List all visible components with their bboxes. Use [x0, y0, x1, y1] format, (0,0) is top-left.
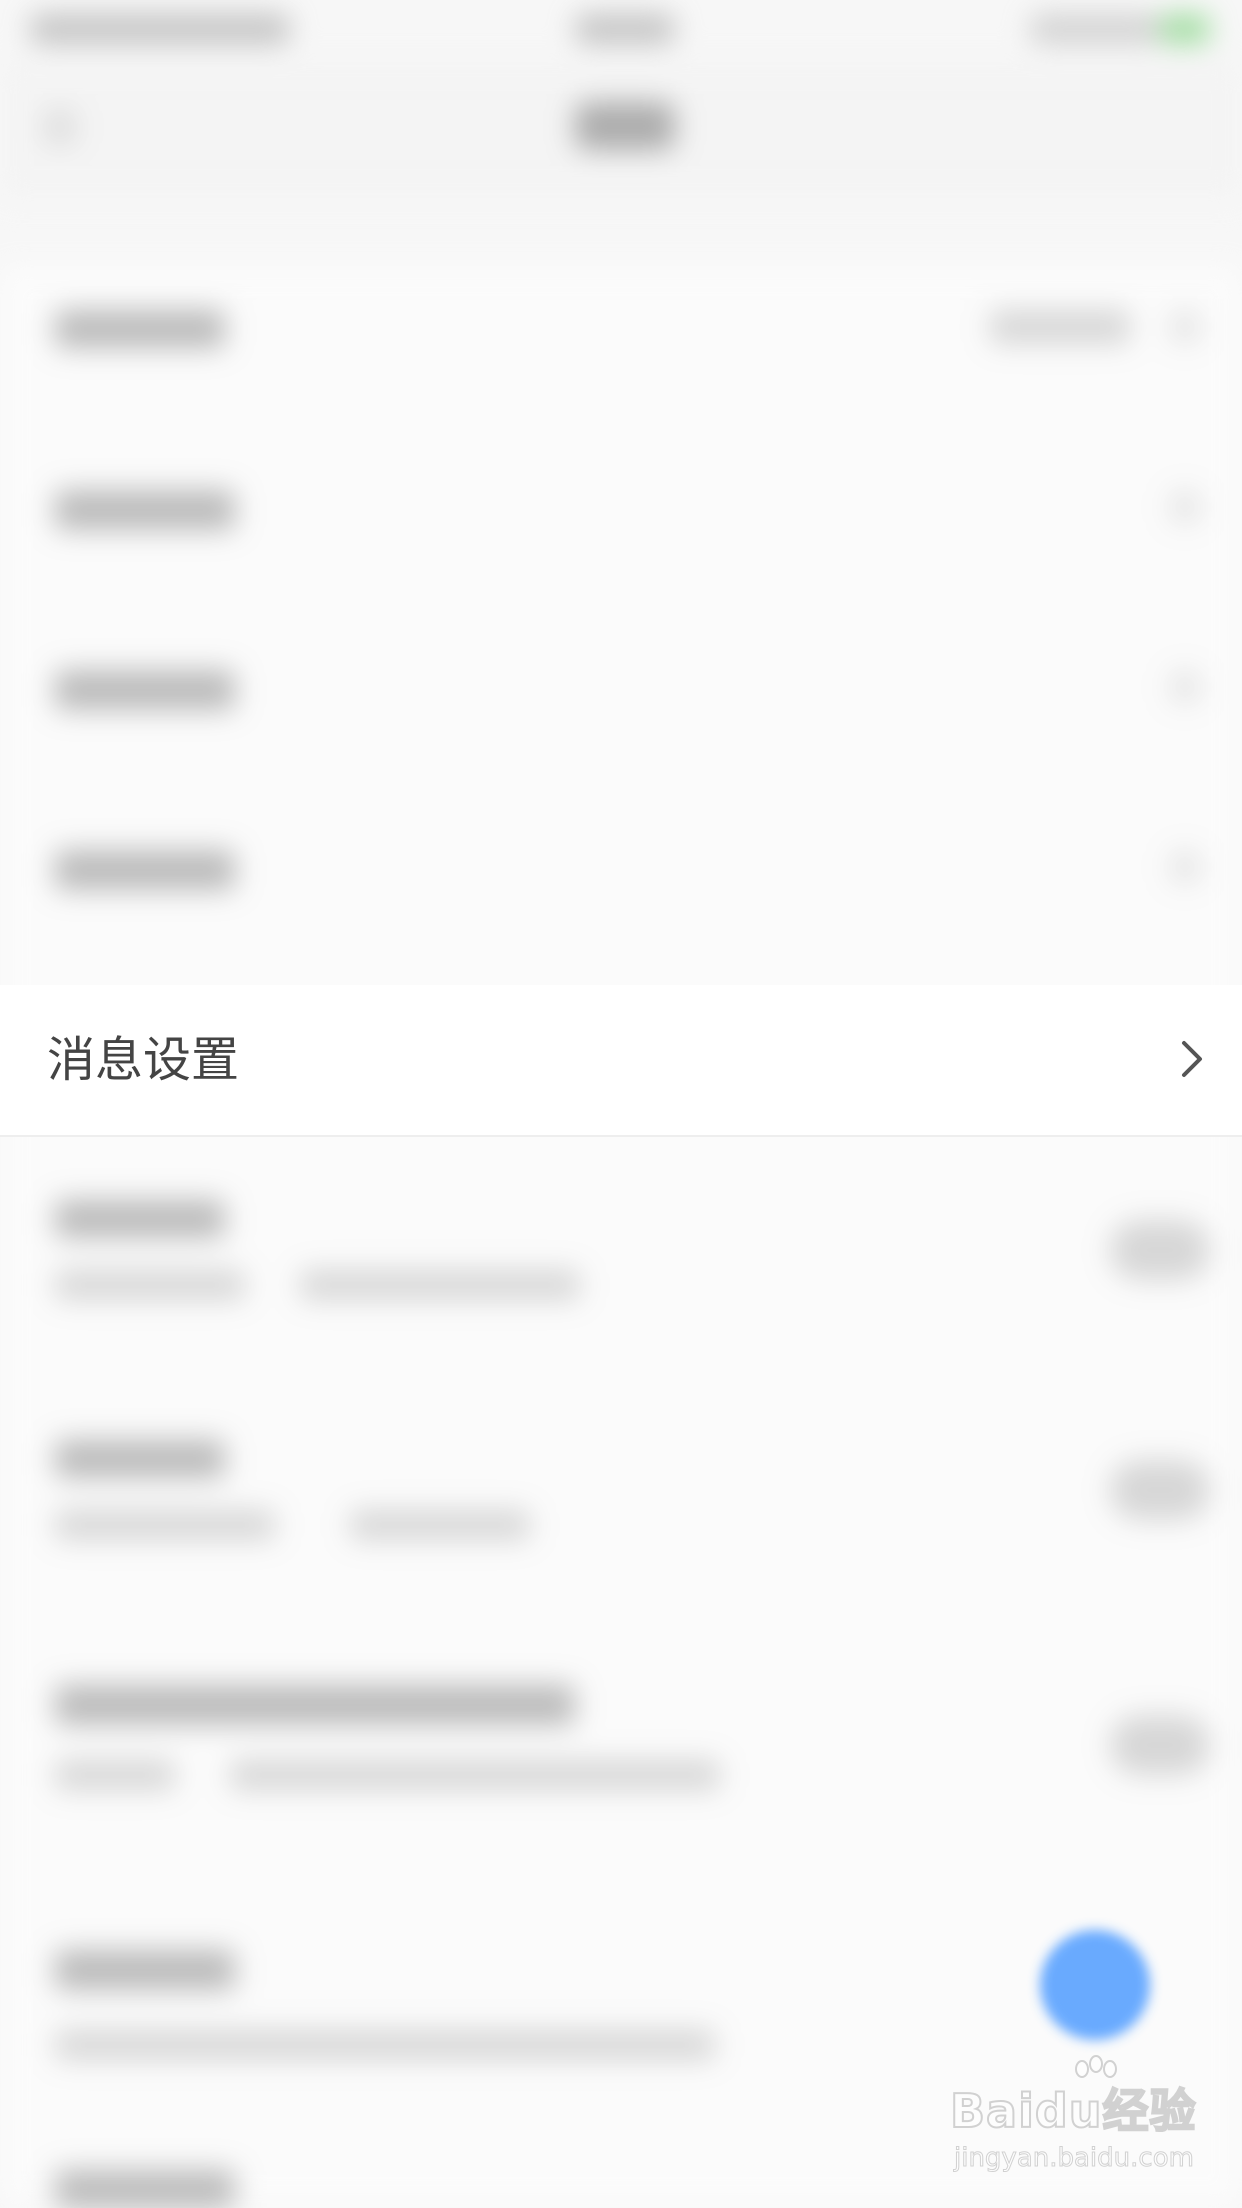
watermark-url: jingyan.baidu.com: [954, 2143, 1195, 2174]
list-item[interactable]: [0, 805, 1242, 985]
chevron-right-icon: [1170, 1037, 1214, 1081]
status-time: [575, 14, 675, 44]
list-item[interactable]: [0, 265, 1242, 445]
toggle-switch[interactable]: [1110, 1220, 1210, 1280]
list-item[interactable]: [0, 1160, 1242, 1400]
status-indicators: [1030, 14, 1160, 44]
message-settings-label: 消息设置: [47, 1032, 240, 1088]
list-item[interactable]: [0, 1400, 1242, 1640]
message-settings-row[interactable]: 消息设置: [0, 985, 1242, 1137]
status-carrier: [30, 14, 290, 44]
list-item[interactable]: [0, 445, 1242, 625]
status-bar: [0, 0, 1242, 60]
nav-title: [575, 102, 675, 150]
list-item[interactable]: [0, 625, 1242, 805]
watermark: Baidu经验 jingyan.baidu.com: [949, 2055, 1197, 2185]
settings-list: [0, 265, 1242, 2208]
nav-bar: [0, 60, 1242, 200]
floating-action-button[interactable]: [1040, 1930, 1150, 2040]
back-arrow-icon[interactable]: [45, 110, 75, 144]
watermark-brand: Baidu经验: [949, 2083, 1197, 2139]
toggle-switch[interactable]: [1110, 1715, 1210, 1775]
list-item[interactable]: [0, 1640, 1242, 1900]
battery-icon: [1160, 14, 1210, 44]
toggle-switch[interactable]: [1110, 1460, 1210, 1520]
